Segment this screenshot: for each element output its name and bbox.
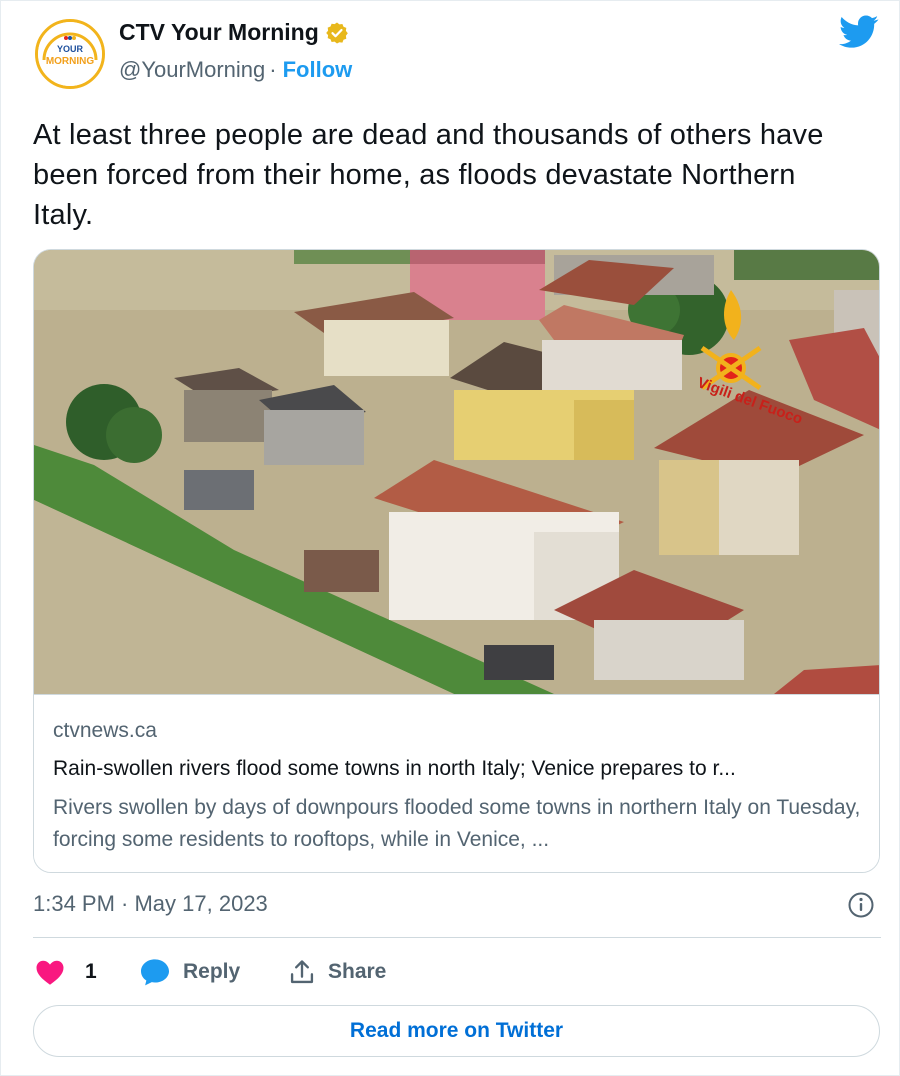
like-count: 1 xyxy=(85,960,97,983)
svg-text:YOUR: YOUR xyxy=(57,44,84,54)
share-button[interactable]: Share xyxy=(288,957,386,987)
author-name-row[interactable]: CTV Your Morning xyxy=(119,19,349,46)
flood-aerial-photo: Vigili del Fuoco xyxy=(34,250,879,694)
ctv-your-morning-logo: YOUR MORNING xyxy=(38,22,102,86)
tweet-text: At least three people are dead and thous… xyxy=(33,119,824,231)
svg-text:MORNING: MORNING xyxy=(46,56,95,67)
embedded-tweet: YOUR MORNING CTV Your Morning @YourMorni… xyxy=(0,0,900,1076)
card-body[interactable]: ctvnews.ca Rain-swollen rivers flood som… xyxy=(34,694,879,872)
reply-button[interactable]: Reply xyxy=(139,957,240,987)
share-label: Share xyxy=(328,960,387,983)
reply-bubble-icon xyxy=(141,959,169,986)
handle-row: @YourMorning · Follow xyxy=(119,57,352,83)
share-icon xyxy=(290,960,314,984)
reply-label: Reply xyxy=(183,960,241,983)
card-image[interactable]: Vigili del Fuoco xyxy=(34,250,879,694)
separator: · xyxy=(269,57,277,82)
like-button[interactable]: 1 xyxy=(35,957,97,987)
card-description: Rivers swollen by days of downpours floo… xyxy=(53,796,861,851)
divider xyxy=(33,937,881,938)
follow-link[interactable]: Follow xyxy=(283,57,353,83)
card-title: Rain-swollen rivers flood some towns in … xyxy=(53,757,736,780)
read-more-on-twitter-button[interactable]: Read more on Twitter xyxy=(33,1005,880,1057)
avatar[interactable]: YOUR MORNING xyxy=(35,19,105,89)
card-domain: ctvnews.ca xyxy=(53,719,157,742)
info-icon[interactable] xyxy=(847,891,875,919)
verified-badge-icon xyxy=(325,22,348,43)
heart-icon xyxy=(36,960,64,985)
tweet-timestamp[interactable]: 1:34 PM · May 17, 2023 xyxy=(33,891,268,917)
display-name[interactable]: CTV Your Morning xyxy=(119,19,319,46)
twitter-bird-icon[interactable] xyxy=(839,15,879,49)
link-preview-card[interactable]: Vigili del Fuoco ctvnews.ca Rain-swollen… xyxy=(33,249,880,873)
handle[interactable]: @YourMorning xyxy=(119,57,265,83)
